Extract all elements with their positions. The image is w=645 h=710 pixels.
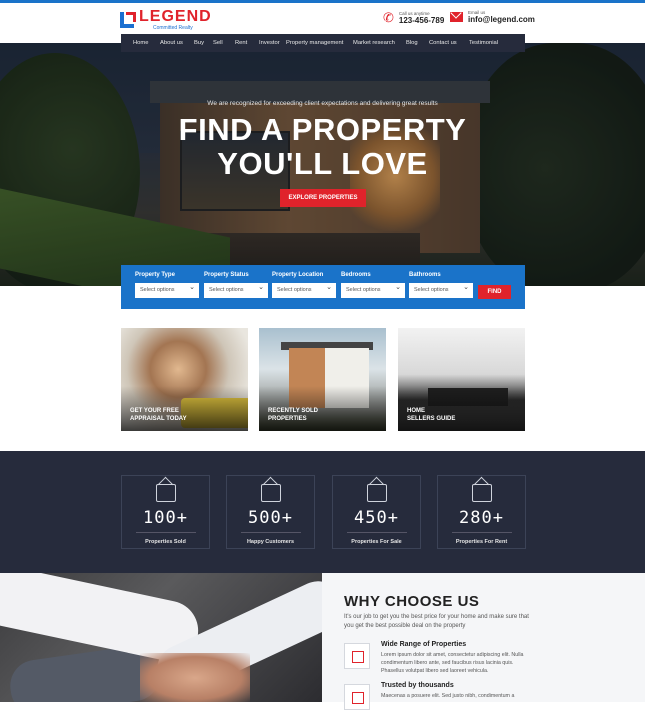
- phone-contact[interactable]: ✆ Call us anytime 123-456-789: [383, 10, 444, 26]
- logo-mark-icon: [120, 12, 136, 28]
- email-address: info@legend.com: [468, 15, 535, 24]
- hero-banner: We are recognized for exceeding client e…: [0, 43, 645, 286]
- handshake-icon: [344, 684, 370, 710]
- hero-title: FIND A PROPERTY YOU'LL LOVE: [0, 113, 645, 181]
- brand-name: LEGEND: [139, 8, 212, 25]
- property-location-label: Property Location: [272, 272, 324, 278]
- feature-title: Wide Range of Properties: [381, 641, 467, 648]
- why-title: WHY CHOOSE US: [344, 593, 480, 610]
- property-search-bar: Property Type Select options Property St…: [121, 265, 525, 309]
- card-caption: GET YOUR FREE APPRAISAL TODAY: [130, 407, 230, 423]
- find-button[interactable]: FIND: [478, 285, 511, 299]
- nav-item-market-research[interactable]: Market research: [353, 40, 395, 46]
- hero-title-line2: YOU'LL LOVE: [217, 146, 428, 181]
- phone-icon: ✆: [383, 10, 394, 25]
- stat-value: 500+: [248, 508, 293, 528]
- stat-value: 100+: [143, 508, 188, 528]
- stat-properties-for-rent: 280+ Properties For Rent: [437, 475, 526, 549]
- feature-cards: GET YOUR FREE APPRAISAL TODAY RECENTLY S…: [121, 328, 525, 431]
- stats-section: 100+ Properties Sold 500+ Happy Customer…: [0, 451, 645, 573]
- nav-item-about[interactable]: About us: [160, 40, 183, 46]
- nav-item-property-management[interactable]: Property management: [286, 40, 343, 46]
- property-status-label: Property Status: [204, 272, 249, 278]
- card-free-appraisal[interactable]: GET YOUR FREE APPRAISAL TODAY: [121, 328, 248, 431]
- feature-text: Lorem ipsum dolor sit amet, consectetur …: [381, 652, 524, 674]
- nav-item-contact[interactable]: Contact us: [429, 40, 457, 46]
- nav-item-blog[interactable]: Blog: [406, 40, 418, 46]
- property-list-icon: [344, 643, 370, 669]
- stat-happy-customers: 500+ Happy Customers: [226, 475, 315, 549]
- property-type-field: Property Type Select options: [135, 272, 199, 298]
- phone-number: 123-456-789: [398, 16, 445, 25]
- hero-title-line1: FIND A PROPERTY: [178, 112, 467, 147]
- card-caption-line2: SELLERS GUIDE: [407, 416, 456, 422]
- bedrooms-label: Bedrooms: [341, 272, 371, 278]
- nav-item-home[interactable]: Home: [133, 40, 148, 46]
- card-caption-line1: HOME: [407, 408, 425, 414]
- bathrooms-field: Bathrooms Select options: [409, 272, 473, 298]
- teamwork-hands-photo: [0, 573, 322, 702]
- sale-sign-icon: [366, 484, 387, 502]
- card-recently-sold[interactable]: RECENTLY SOLD PROPERTIES: [259, 328, 386, 431]
- nav-item-buy[interactable]: Buy: [194, 40, 204, 46]
- email-contact[interactable]: Email us info@legend.com: [450, 10, 535, 24]
- property-location-select[interactable]: Select options: [272, 280, 336, 298]
- card-sellers-guide[interactable]: HOME SELLERS GUIDE: [398, 328, 525, 431]
- card-caption-line1: GET YOUR FREE: [130, 408, 179, 414]
- nav-item-testimonial[interactable]: Testimonial: [469, 40, 498, 46]
- customers-icon: [260, 484, 281, 502]
- stat-label: Properties For Sale: [351, 539, 402, 545]
- property-status-field: Property Status Select options: [204, 272, 268, 298]
- card-caption: HOME SELLERS GUIDE: [407, 407, 507, 423]
- logo[interactable]: LEGEND Committed Realty: [120, 9, 212, 31]
- house-icon: [155, 484, 176, 502]
- card-caption-line2: APPRAISAL TODAY: [130, 416, 187, 422]
- card-caption-line1: RECENTLY SOLD: [268, 408, 319, 414]
- main-nav: Home About us Buy Sell Rent Investor Pro…: [121, 34, 525, 52]
- rent-house-icon: [471, 484, 492, 502]
- why-intro: It's our job to get you the best price f…: [344, 614, 529, 629]
- mail-icon: [450, 12, 463, 22]
- bathrooms-select[interactable]: Select options: [409, 280, 473, 298]
- nav-item-sell[interactable]: Sell: [213, 40, 223, 46]
- stat-properties-sold: 100+ Properties Sold: [121, 475, 210, 549]
- nav-item-investor[interactable]: Investor: [259, 40, 280, 46]
- brand-tagline: Committed Realty: [153, 25, 193, 31]
- explore-properties-button[interactable]: EXPLORE PROPERTIES: [280, 189, 366, 207]
- property-location-field: Property Location Select options: [272, 272, 336, 298]
- why-choose-us-section: WHY CHOOSE US It's our job to get you th…: [322, 573, 645, 710]
- stat-label: Properties Sold: [145, 539, 186, 545]
- property-status-select[interactable]: Select options: [204, 280, 268, 298]
- feature-text: Maecenas a posuere elit. Sed justo nibh,…: [381, 693, 515, 699]
- feature-title: Trusted by thousands: [381, 682, 454, 689]
- stat-value: 450+: [354, 508, 399, 528]
- bedrooms-select[interactable]: Select options: [341, 280, 405, 298]
- stat-properties-for-sale: 450+ Properties For Sale: [332, 475, 421, 549]
- stat-value: 280+: [459, 508, 504, 528]
- bathrooms-label: Bathrooms: [409, 272, 441, 278]
- property-type-label: Property Type: [135, 272, 175, 278]
- card-caption-line2: PROPERTIES: [268, 416, 307, 422]
- bedrooms-field: Bedrooms Select options: [341, 272, 405, 298]
- stat-label: Happy Customers: [246, 539, 295, 545]
- nav-item-rent[interactable]: Rent: [235, 40, 247, 46]
- hero-tagline: We are recognized for exceeding client e…: [207, 100, 438, 107]
- property-type-select[interactable]: Select options: [135, 280, 199, 298]
- stat-label: Properties For Rent: [455, 539, 508, 545]
- card-caption: RECENTLY SOLD PROPERTIES: [268, 407, 368, 423]
